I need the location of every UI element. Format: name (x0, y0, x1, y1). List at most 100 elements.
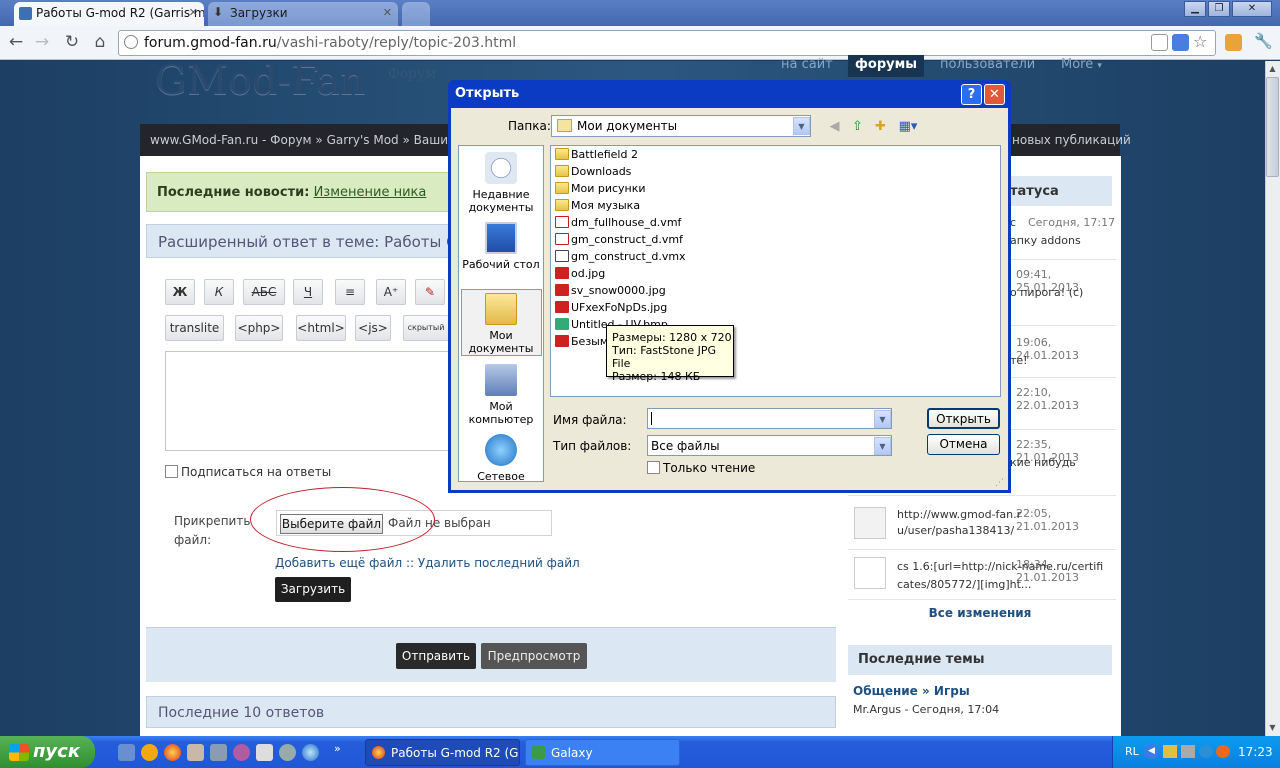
language-indicator[interactable]: RL (1125, 745, 1139, 758)
add-remove-file-links[interactable]: Добавить ещё файл :: Удалить последний ф… (275, 556, 580, 570)
js-button[interactable]: <js> (355, 315, 391, 341)
site-logo[interactable]: GMod-Fan (155, 58, 366, 104)
preview-button[interactable]: Предпросмотр (481, 643, 587, 669)
cancel-button[interactable]: Отмена (927, 434, 1000, 455)
reload-icon[interactable]: ↻ (60, 31, 84, 53)
list-item[interactable]: Downloads (555, 163, 631, 180)
wrench-icon[interactable]: 🔧 (1254, 32, 1273, 50)
list-item[interactable]: 18:34, 21.01.2013 cs 1.6:[url=http://nic… (848, 552, 1116, 600)
topic-link[interactable]: Общение » Игры (853, 684, 970, 698)
folder-select[interactable]: Мои документы ▼ (551, 115, 811, 137)
quicklaunch-icon[interactable] (233, 744, 250, 761)
view-menu-icon[interactable]: ▦▾ (896, 118, 920, 135)
subscribe-checkbox[interactable] (165, 465, 178, 478)
italic-button[interactable]: К (204, 279, 234, 305)
all-changes-link[interactable]: Все изменения (848, 606, 1112, 620)
minimize-icon[interactable]: ▁ (1184, 1, 1206, 17)
home-icon[interactable]: ⌂ (88, 31, 112, 53)
chevron-down-icon[interactable]: ▼ (874, 410, 891, 428)
list-item[interactable]: gm_construct_d.vmf (555, 231, 683, 248)
new-folder-icon[interactable]: ✚ (872, 118, 889, 135)
quicklaunch-icon[interactable] (187, 744, 204, 761)
google-icon[interactable] (1172, 34, 1189, 51)
filename-field[interactable]: ▼ (647, 408, 892, 429)
underline-button[interactable]: Ч (293, 279, 323, 305)
list-item[interactable]: sv_snow0000.jpg (555, 282, 666, 299)
tray-icon[interactable] (1199, 745, 1213, 758)
avatar[interactable] (854, 507, 886, 539)
hidden-button[interactable]: скрытый (403, 315, 449, 341)
list-item[interactable]: od.jpg (555, 265, 605, 282)
close-tab-icon[interactable]: ✕ (189, 6, 198, 19)
maximize-icon[interactable]: ❐ (1208, 1, 1230, 17)
nav-forums[interactable]: форумы (848, 55, 924, 77)
send-button[interactable]: Отправить (396, 643, 476, 669)
avatar[interactable] (854, 557, 886, 589)
new-tab-button[interactable] (402, 2, 430, 26)
close-tab-icon[interactable]: ✕ (383, 6, 392, 19)
quicklaunch-icon[interactable] (279, 744, 296, 761)
translite-button[interactable]: translite (165, 315, 224, 341)
scroll-thumb[interactable] (1266, 77, 1279, 177)
bookmark-star-icon[interactable]: ☆ (1193, 32, 1210, 51)
close-window-icon[interactable]: ✕ (1232, 1, 1272, 17)
place-my-computer[interactable]: Мой компьютер (459, 364, 543, 426)
php-button[interactable]: <php> (235, 315, 283, 341)
page-action-icon[interactable] (1151, 34, 1168, 51)
clock[interactable]: 17:23 (1238, 745, 1273, 759)
font-size-button[interactable]: A⁺ (376, 279, 406, 305)
quicklaunch-icon[interactable] (210, 744, 227, 761)
list-item[interactable]: dm_fullhouse_d.vmf (555, 214, 681, 231)
tray-expand-icon[interactable]: ◀ (1144, 744, 1159, 759)
resize-grip-icon[interactable]: ⋰ (995, 478, 1004, 488)
readonly-checkbox[interactable] (647, 461, 660, 474)
list-button[interactable]: ≡ (335, 279, 365, 305)
list-item[interactable]: UFxexFoNpDs.jpg (555, 299, 667, 316)
message-textarea[interactable] (165, 351, 455, 451)
back-icon[interactable]: ← (4, 31, 28, 53)
task-browser[interactable]: Работы G-mod R2 (G... (365, 739, 520, 766)
place-recent[interactable]: Недавние документы (459, 152, 543, 214)
readonly-option[interactable]: Только чтение (647, 461, 755, 475)
bold-button[interactable]: Ж (165, 279, 195, 305)
list-item[interactable]: gm_construct_d.vmx (555, 248, 686, 265)
nav-users[interactable]: пользователи (940, 57, 1035, 75)
place-desktop[interactable]: Рабочий стол (459, 222, 543, 271)
close-dialog-icon[interactable]: ✕ (984, 84, 1005, 105)
chevron-down-icon[interactable]: ▼ (874, 437, 891, 455)
news-link[interactable]: Изменение ника (314, 185, 427, 200)
help-icon[interactable]: ? (961, 84, 982, 105)
chevron-down-icon[interactable]: ▼ (793, 117, 810, 135)
extension-icon[interactable] (1225, 34, 1242, 51)
html-button[interactable]: <html> (296, 315, 346, 341)
more-quicklaunch-icon[interactable]: » (334, 742, 341, 755)
tray-icon[interactable] (1216, 745, 1230, 758)
tray-icon[interactable] (1181, 745, 1195, 758)
tab-downloads[interactable]: ⬇ Загрузки ✕ (208, 2, 398, 26)
chrome-icon[interactable] (164, 744, 181, 761)
color-button[interactable]: ✎ (415, 279, 445, 305)
list-item[interactable]: 22:05, 21.01.2013 http://www.gmod-fan.ru… (848, 500, 1116, 550)
nav-more[interactable]: More ▾ (1061, 57, 1102, 75)
address-bar[interactable]: forum.gmod-fan.ru/vashi-raboty/reply/top… (118, 30, 1216, 56)
forward-icon[interactable]: → (30, 31, 54, 53)
task-galaxy[interactable]: Galaxy (525, 739, 680, 766)
quicklaunch-icon[interactable] (141, 744, 158, 761)
upload-button[interactable]: Загрузить (275, 577, 351, 602)
scroll-up-icon[interactable]: ▲ (1266, 62, 1279, 76)
place-network[interactable]: Сетевое (459, 434, 543, 483)
ie-icon[interactable] (302, 744, 319, 761)
subscribe-option[interactable]: Подписаться на ответы (165, 465, 331, 479)
up-folder-icon[interactable]: ⇧ (849, 118, 866, 135)
tab-forum[interactable]: Работы G-mod R2 (Garris man ✕ (14, 2, 204, 26)
quicklaunch-icon[interactable] (118, 744, 135, 761)
open-button[interactable]: Открыть (927, 408, 1000, 429)
place-my-documents[interactable]: Мои документы (459, 293, 543, 355)
filetype-select[interactable]: Все файлы ▼ (647, 435, 892, 456)
scroll-down-icon[interactable]: ▼ (1266, 721, 1279, 735)
new-posts-link[interactable]: новых публикаций (1012, 133, 1131, 147)
strike-button[interactable]: АБС (243, 279, 285, 305)
list-item[interactable]: Battlefield 2 (555, 146, 638, 163)
list-item[interactable]: Мои рисунки (555, 180, 646, 197)
nav-to-site[interactable]: на сайт (781, 57, 833, 75)
